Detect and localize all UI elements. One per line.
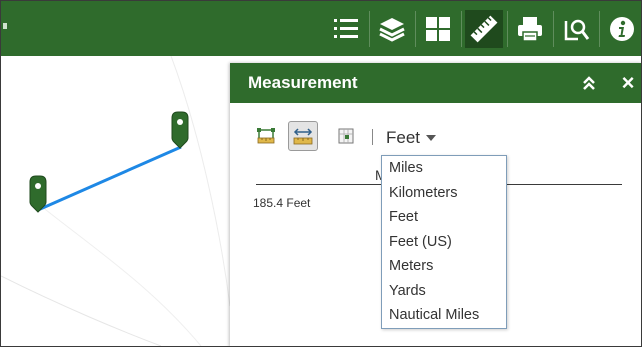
- unit-separator: [372, 129, 373, 145]
- area-measure-icon[interactable]: [251, 121, 281, 151]
- measurement-ruler-icon[interactable]: [465, 10, 503, 48]
- top-toolbar: [1, 1, 641, 56]
- location-measure-icon[interactable]: [331, 121, 361, 151]
- measurement-result: 185.4 Feet: [253, 196, 311, 210]
- unit-option-yards[interactable]: Yards: [389, 282, 426, 300]
- unit-option-feet-us[interactable]: Feet (US): [389, 233, 452, 251]
- double-chevron-up-icon[interactable]: [578, 72, 600, 94]
- end-marker-icon[interactable]: [171, 111, 189, 149]
- start-marker-icon[interactable]: [29, 175, 47, 213]
- panel-header: Measurement ×: [230, 63, 641, 103]
- distance-measure-icon[interactable]: [288, 121, 318, 151]
- title-fragment: [3, 23, 7, 29]
- caret-down-icon: [426, 135, 437, 141]
- unit-option-feet[interactable]: Feet: [389, 208, 418, 226]
- query-icon[interactable]: [557, 10, 595, 48]
- close-icon[interactable]: ×: [617, 70, 639, 95]
- unit-option-miles[interactable]: Miles: [389, 159, 423, 177]
- print-icon[interactable]: [511, 10, 549, 48]
- unit-dropdown-list: Miles Kilometers Feet Feet (US) Meters Y…: [381, 155, 507, 329]
- unit-option-meters[interactable]: Meters: [389, 257, 433, 275]
- app-window: Measurement × Feet 185.4 Feet Miles Kilo…: [0, 0, 642, 347]
- unit-select[interactable]: Feet: [386, 127, 437, 149]
- unit-option-nautical-miles[interactable]: Nautical Miles: [389, 306, 479, 324]
- unit-option-kilometers[interactable]: Kilometers: [389, 184, 458, 202]
- basemap-gallery-icon[interactable]: [419, 10, 457, 48]
- unit-selected-label: Feet: [386, 128, 421, 147]
- layers-icon[interactable]: [373, 10, 411, 48]
- info-icon[interactable]: [603, 10, 641, 48]
- legend-icon[interactable]: [327, 10, 365, 48]
- panel-title: Measurement: [248, 73, 358, 92]
- measure-line: [37, 145, 182, 212]
